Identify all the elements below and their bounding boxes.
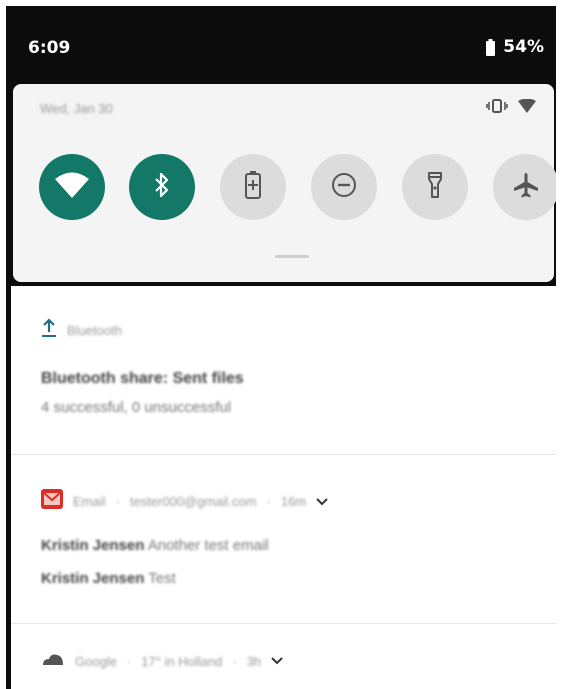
status-time: 6:09 [28, 38, 71, 58]
wifi-tile[interactable] [39, 154, 105, 220]
notification-google[interactable]: Google · 17° in Holland · 3h [11, 624, 556, 689]
notification-time: 16m [280, 494, 307, 509]
notification-app-name: Bluetooth [67, 323, 122, 338]
notification-detail: 17° in Holland [141, 653, 223, 669]
wifi-status-icon [518, 98, 536, 118]
email-line: Kristin Jensen Test [41, 570, 176, 587]
notification-header: Google · 17° in Holland · 3h [41, 652, 283, 670]
email-subject: Test [148, 570, 176, 587]
status-right: 54% [486, 37, 544, 57]
chevron-down-icon[interactable] [316, 493, 328, 511]
email-sender: Kristin Jensen [41, 537, 145, 554]
battery-percent: 54% [503, 37, 544, 57]
notification-title: Bluetooth share: Sent files [41, 370, 244, 387]
phone-screen: 6:09 54% Wed, Jan 30 Bluetooth Bluetooth… [6, 6, 556, 689]
notification-header: Email · tester000@gmail.com · 16m [41, 489, 328, 514]
qs-drag-handle[interactable] [275, 255, 309, 258]
quick-settings-tiles [39, 154, 556, 222]
cloud-icon [41, 652, 65, 670]
do-not-disturb-icon [331, 172, 357, 203]
battery-saver-tile[interactable] [220, 154, 286, 220]
notification-account: tester000@gmail.com [129, 494, 257, 509]
wifi-icon [55, 172, 89, 203]
notification-shade: Bluetooth Bluetooth share: Sent files 4 … [11, 286, 556, 689]
qs-date: Wed, Jan 30 [40, 101, 113, 116]
notification-time: 3h [246, 653, 262, 669]
notification-email[interactable]: Email · tester000@gmail.com · 16m Kristi… [11, 455, 556, 623]
battery-saver-icon [244, 170, 262, 205]
email-subject: Another test email [147, 537, 269, 554]
notification-bluetooth[interactable]: Bluetooth Bluetooth share: Sent files 4 … [11, 286, 556, 454]
email-line: Kristin Jensen Another test email [41, 537, 269, 554]
qs-system-icons [486, 98, 536, 118]
airplane-mode-tile[interactable] [493, 154, 556, 220]
battery-icon [486, 38, 496, 56]
flashlight-tile[interactable] [402, 154, 468, 220]
flashlight-icon [427, 171, 443, 204]
do-not-disturb-tile[interactable] [311, 154, 377, 220]
vibrate-icon [486, 99, 508, 118]
email-icon [41, 489, 63, 514]
email-sender: Kristin Jensen [41, 570, 145, 587]
chevron-down-icon[interactable] [271, 652, 283, 670]
bluetooth-tile[interactable] [129, 154, 195, 220]
upload-icon [41, 318, 57, 343]
airplane-mode-icon [512, 171, 540, 204]
notification-text: 4 successful, 0 unsuccessful [41, 399, 232, 416]
notification-header: Bluetooth [41, 318, 122, 343]
quick-settings-panel: Wed, Jan 30 [13, 84, 556, 282]
notification-app-name: Google [75, 653, 117, 669]
status-bar: 6:09 54% [6, 6, 556, 86]
bluetooth-icon [154, 172, 170, 203]
notification-app-name: Email [73, 494, 106, 509]
